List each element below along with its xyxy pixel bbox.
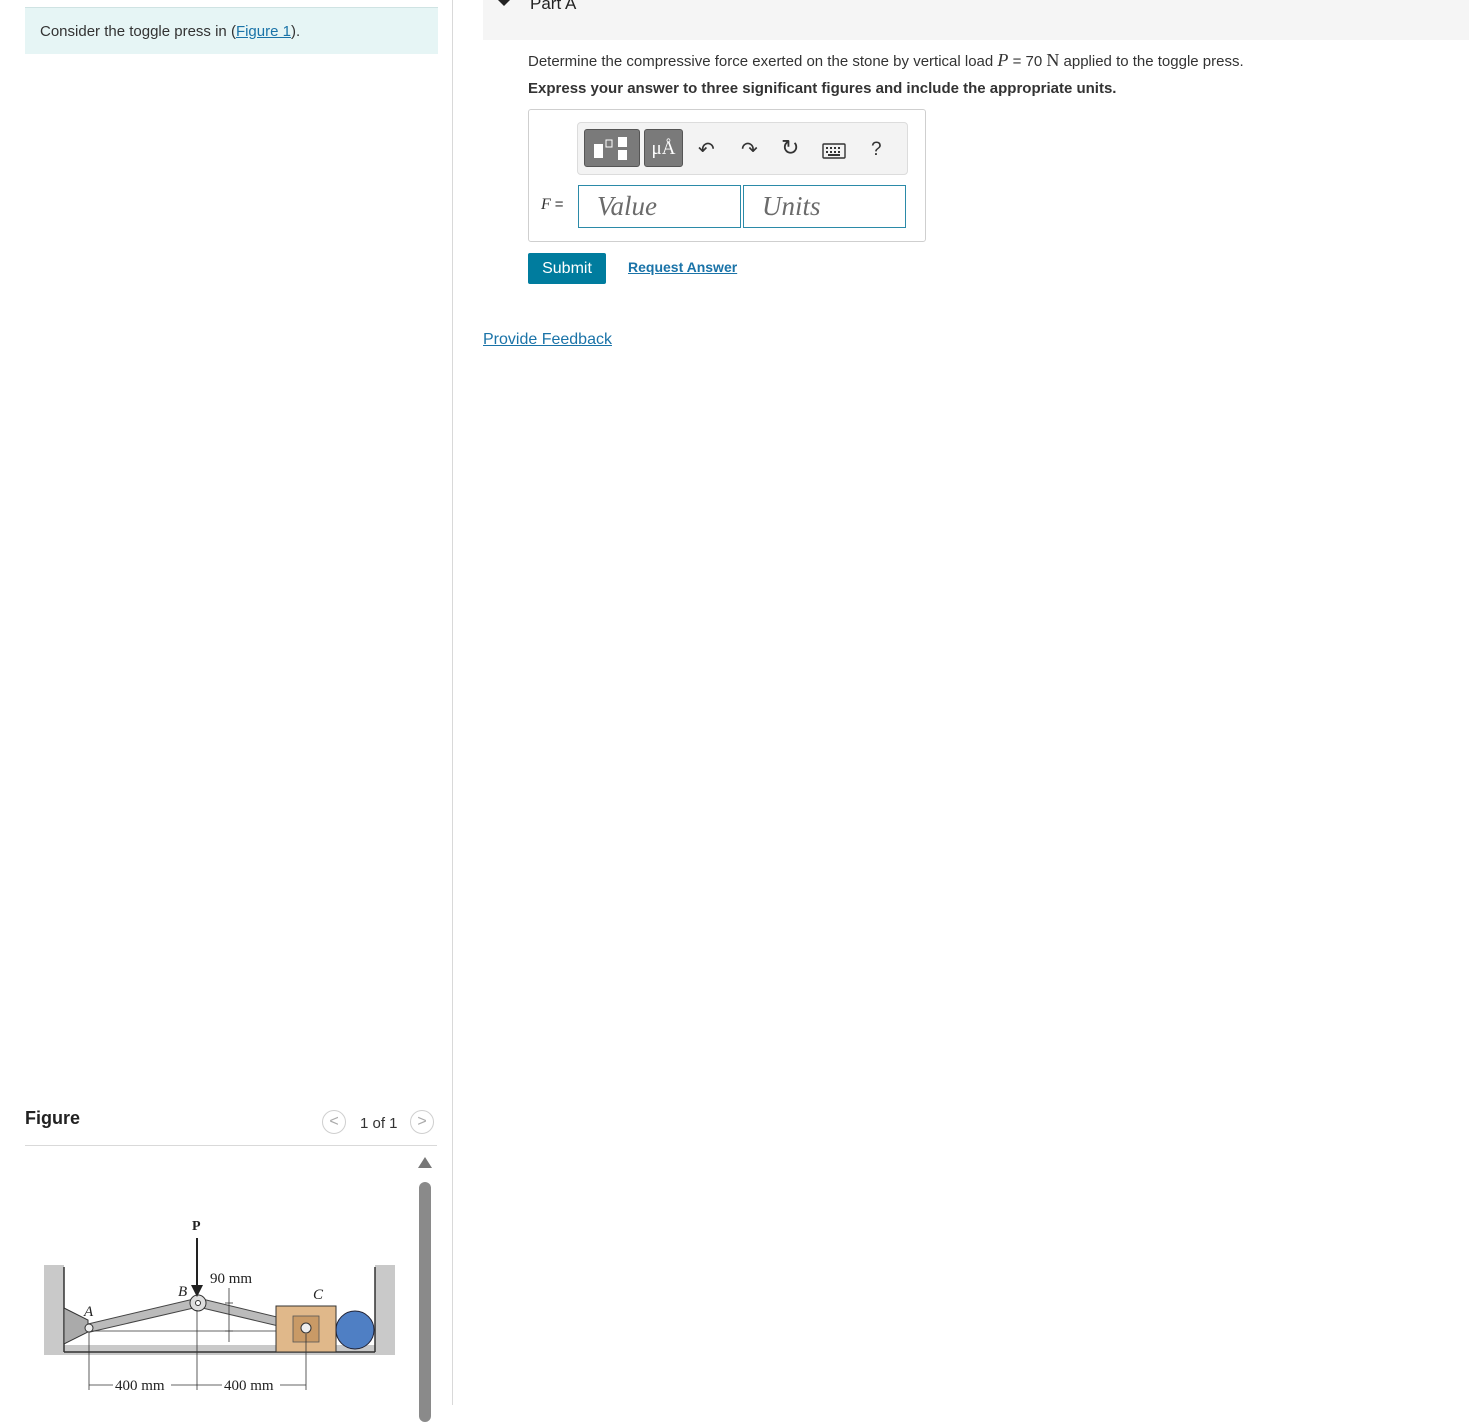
pin-b-center <box>195 1300 201 1306</box>
column-divider <box>452 0 453 1405</box>
part-header[interactable] <box>483 0 1469 40</box>
scrollbar-thumb[interactable] <box>419 1182 431 1422</box>
figure-heading: Figure <box>25 1108 81 1128</box>
base-ground <box>44 1345 395 1355</box>
provide-feedback-link[interactable]: Provide Feedback <box>483 331 612 349</box>
reset-icon[interactable]: ↻ <box>781 135 799 161</box>
previous-figure-button[interactable]: < <box>322 1110 346 1134</box>
label-90-mm: 90 mm <box>210 1271 252 1287</box>
intro-prefix: Consider the toggle press in ( <box>40 23 236 40</box>
label-a: A <box>83 1304 94 1320</box>
answer-instruction: Express your answer to three significant… <box>528 80 1117 97</box>
next-figure-button[interactable]: > <box>410 1110 434 1134</box>
units-input[interactable] <box>743 185 906 228</box>
question-variable: P <box>997 50 1009 70</box>
label-400-mm-left: 400 mm <box>115 1378 165 1394</box>
question-after: applied to the toggle press. <box>1059 53 1244 70</box>
request-answer-link[interactable]: Request Answer <box>628 259 737 275</box>
figure-link[interactable]: Figure 1 <box>236 23 291 40</box>
link-ab <box>87 1297 199 1333</box>
keyboard-icon[interactable] <box>822 143 846 159</box>
templates-button[interactable] <box>584 129 640 167</box>
units-button[interactable]: μÅ <box>644 129 683 167</box>
pin-c <box>300 1322 312 1334</box>
answer-variable-label: F = <box>541 196 564 214</box>
collapse-caret-icon[interactable] <box>498 0 510 6</box>
question-text: Determine the compressive force exerted … <box>528 50 1244 71</box>
scroll-up-arrow-icon[interactable] <box>418 1157 432 1168</box>
undo-icon[interactable]: ↶ <box>698 137 715 162</box>
right-wall <box>375 1265 395 1355</box>
answer-equals: = <box>554 196 564 213</box>
problem-intro: Consider the toggle press in (Figure 1). <box>25 7 438 54</box>
help-icon[interactable]: ? <box>871 139 882 161</box>
toggle-press-figure: P B A C 90 mm 400 mm 400 mm <box>44 1219 395 1394</box>
question-before: Determine the compressive force exerted … <box>528 53 998 70</box>
templates-icon <box>594 137 627 160</box>
label-400-mm-right: 400 mm <box>224 1378 274 1394</box>
label-p: P <box>192 1219 201 1234</box>
figure-divider <box>25 1145 437 1146</box>
redo-icon[interactable]: ↷ <box>741 137 758 162</box>
part-title: Part A <box>530 0 577 13</box>
value-input[interactable] <box>578 185 741 228</box>
submit-button[interactable]: Submit <box>528 253 606 284</box>
stone <box>335 1310 375 1350</box>
intro-suffix: ). <box>290 23 301 40</box>
left-wall <box>44 1265 64 1355</box>
question-equals: = 70 <box>1008 53 1047 70</box>
pin-a <box>84 1323 94 1333</box>
answer-variable: F <box>541 196 551 213</box>
label-c: C <box>313 1287 324 1303</box>
figure-pager-count: 1 of 1 <box>360 1115 398 1132</box>
label-b: B <box>178 1284 187 1300</box>
question-unit: N <box>1046 50 1060 70</box>
